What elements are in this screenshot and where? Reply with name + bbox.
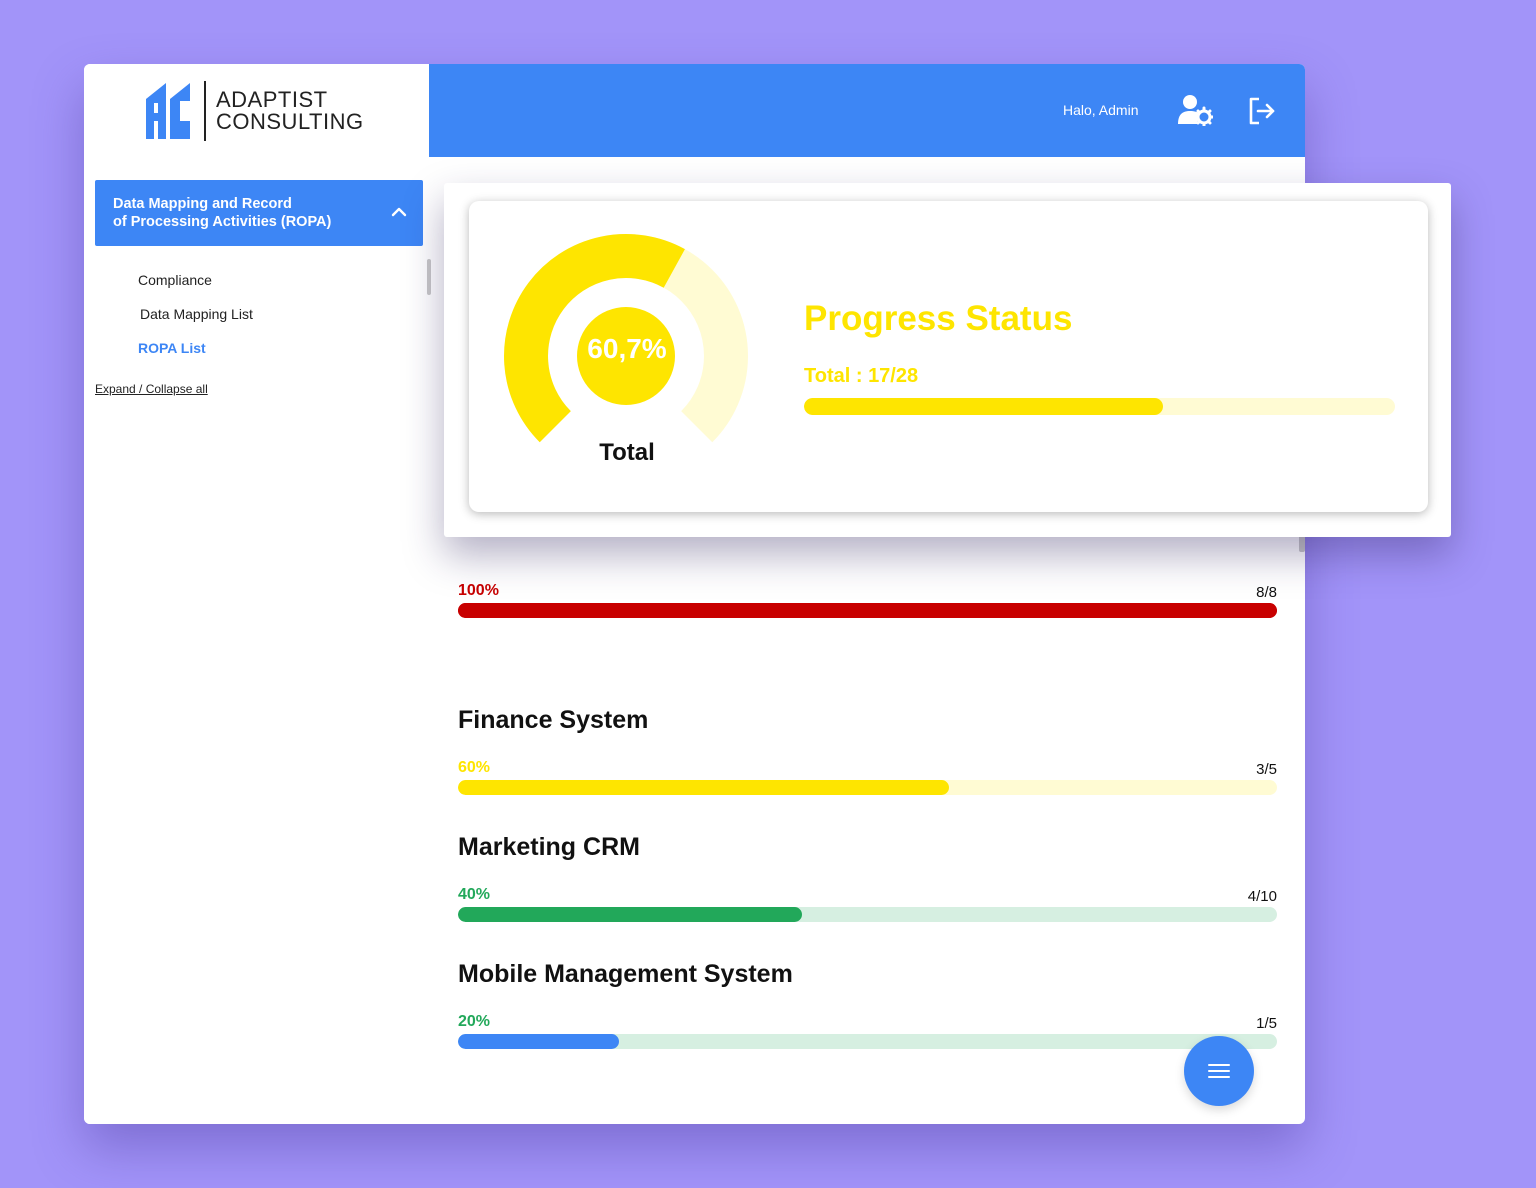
expand-collapse-link[interactable]: Expand / Collapse all (95, 382, 208, 396)
accordion-title-line2: of Processing Activities (ROPA) (113, 214, 332, 230)
system-progress-track (458, 1034, 1277, 1049)
system-section-1: Finance System 60% 3/5 (458, 706, 1277, 806)
system-section-3: Mobile Management System 20% 1/5 (458, 960, 1277, 1060)
system-count: 3/5 (1256, 761, 1277, 778)
system-percent: 100% (458, 582, 499, 599)
system-title: Marketing CRM (458, 833, 640, 861)
accordion-title: Data Mapping and Record of Processing Ac… (113, 195, 363, 231)
system-section-2: Marketing CRM 40% 4/10 (458, 833, 1277, 933)
system-progress-fill (458, 907, 802, 922)
accordion-ropa[interactable]: Data Mapping and Record of Processing Ac… (95, 180, 423, 246)
system-title: Mobile Management System (458, 960, 793, 988)
accordion-title-line1: Data Mapping and Record (113, 196, 292, 212)
system-percent: 40% (458, 886, 491, 903)
brand-name-line2: CONSULTING (216, 109, 364, 134)
user-gear-icon[interactable] (1177, 94, 1213, 126)
menu-icon (1208, 1064, 1230, 1078)
progress-status-track (804, 398, 1395, 415)
system-percent: 20% (458, 1013, 491, 1030)
system-progress-fill (458, 1034, 619, 1049)
brand-name: ADAPTIST CONSULTING (216, 89, 364, 133)
system-count: 4/10 (1247, 888, 1277, 905)
progress-status-fill (804, 398, 1163, 415)
topbar: Halo, Admin (429, 64, 1305, 157)
system-progress-track (458, 603, 1277, 618)
system-percent: 60% (458, 759, 491, 776)
system-count: 8/8 (1256, 584, 1277, 601)
gauge-label: Total (599, 439, 655, 466)
progress-status-overlay: 60,7% Total Progress Status Total : 17/2… (444, 183, 1451, 537)
system-progress-fill (458, 780, 950, 795)
sidebar-item-data-mapping-list[interactable]: Data Mapping List (140, 306, 253, 322)
progress-status-card: 60,7% Total Progress Status Total : 17/2… (469, 201, 1428, 512)
progress-status-title: Progress Status (804, 299, 1073, 338)
brand-logo[interactable]: ADAPTIST CONSULTING (144, 80, 364, 142)
system-progress-fill (458, 603, 1277, 618)
gauge-percent: 60,7% (587, 333, 667, 364)
adaptist-logo-icon (146, 83, 190, 139)
system-title: Finance System (458, 706, 649, 734)
progress-status-total: Total : 17/28 (804, 365, 919, 387)
sidebar-item-ropa-list[interactable]: ROPA List (138, 340, 206, 356)
system-count: 1/5 (1256, 1015, 1277, 1032)
sidebar: ADAPTIST CONSULTING Data Mapping and Rec… (84, 64, 431, 1124)
menu-fab-button[interactable] (1184, 1036, 1254, 1106)
logout-icon[interactable] (1247, 96, 1277, 126)
greeting-text: Halo, Admin (1063, 102, 1139, 118)
system-section-0: 100% 8/8 (458, 575, 1277, 675)
logo-divider (204, 81, 206, 141)
brand-name-line1: ADAPTIST (216, 87, 328, 112)
system-progress-track (458, 780, 1277, 795)
system-progress-track (458, 907, 1277, 922)
chevron-up-icon[interactable] (391, 204, 407, 220)
sidebar-item-compliance[interactable]: Compliance (138, 272, 212, 288)
